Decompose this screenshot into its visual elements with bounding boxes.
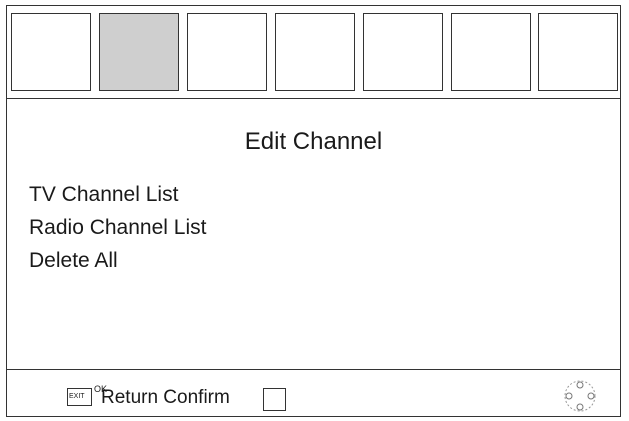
tab-6[interactable]	[451, 13, 531, 91]
header-divider	[7, 98, 620, 99]
tab-7[interactable]	[538, 13, 618, 91]
tab-4[interactable]	[275, 13, 355, 91]
tab-1[interactable]	[11, 13, 91, 91]
tab-2[interactable]	[99, 13, 179, 91]
footer-divider	[7, 369, 620, 370]
exit-key-icon[interactable]: EXIT	[67, 388, 92, 406]
edit-channel-window: Edit Channel TV Channel List Radio Chann…	[6, 5, 621, 417]
menu-item-delete-all[interactable]: Delete All	[29, 244, 206, 277]
footer-bar: EXIT OK Return Confirm	[7, 371, 620, 417]
tab-5[interactable]	[363, 13, 443, 91]
menu-item-tv-channel-list[interactable]: TV Channel List	[29, 178, 206, 211]
tab-strip	[11, 13, 618, 95]
tab-3[interactable]	[187, 13, 267, 91]
return-confirm-label: Return Confirm	[101, 387, 230, 408]
channel-menu: TV Channel List Radio Channel List Delet…	[29, 178, 206, 277]
confirm-key-icon[interactable]	[263, 388, 286, 411]
dpad-navigation-icon	[564, 380, 596, 412]
page-title: Edit Channel	[244, 128, 383, 155]
menu-item-radio-channel-list[interactable]: Radio Channel List	[29, 211, 206, 244]
